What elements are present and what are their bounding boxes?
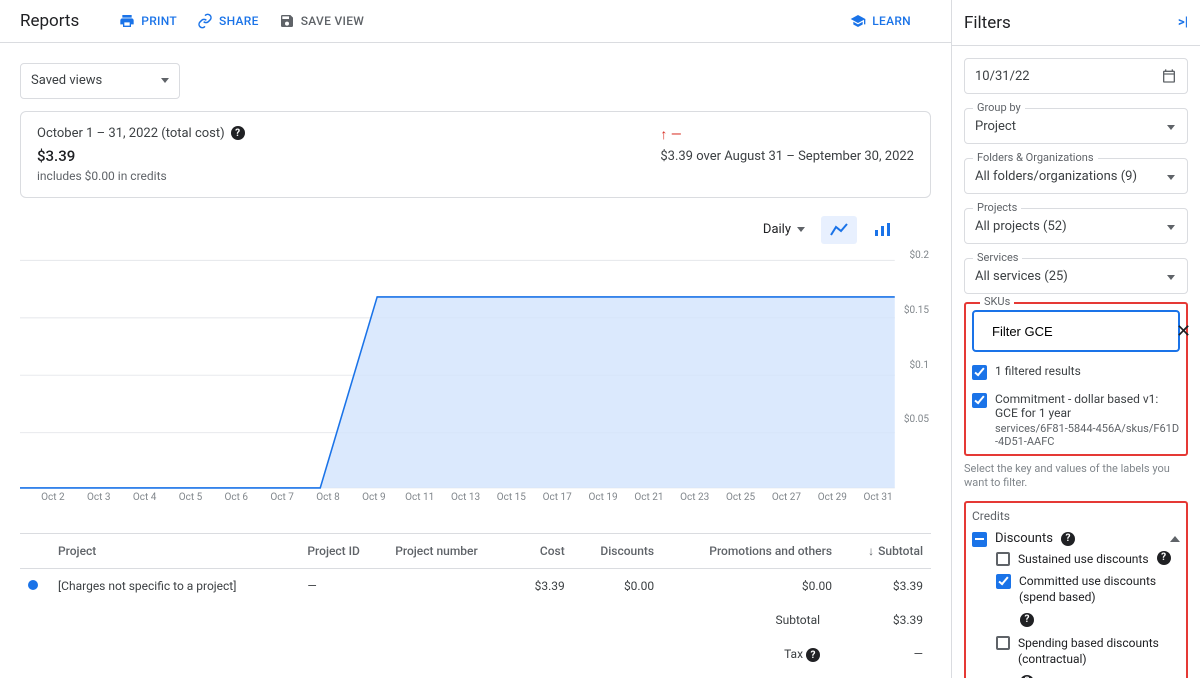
collapse-filters-icon[interactable]: >| [1178, 15, 1188, 30]
help-icon[interactable]: ? [231, 126, 245, 140]
group-by-select[interactable]: Group byProject [964, 108, 1188, 144]
sku-result-row[interactable]: Commitment - dollar based v1: GCE for 1 … [972, 392, 1180, 448]
credits-label: Credits [972, 509, 1180, 523]
line-chart-icon [830, 223, 848, 237]
credits-highlight: Credits Discounts ? Sustained use discou… [964, 501, 1188, 678]
learn-button[interactable]: LEARN [850, 13, 911, 29]
skus-label: SKUs [980, 295, 1014, 308]
series-color-dot [28, 580, 38, 590]
summary-cost: $3.39 [37, 147, 245, 165]
line-chart-button[interactable] [821, 216, 857, 244]
bar-chart-button[interactable] [865, 216, 901, 244]
ytick: $0.15 [904, 305, 929, 316]
trend-indicator: ↑ — [660, 126, 681, 143]
main-panel: Reports PRINT SHARE SAVE VIEW LEARN Save… [0, 0, 952, 678]
help-icon[interactable]: ? [1020, 675, 1034, 678]
chart-xaxis: Oct 2Oct 3Oct 4Oct 5Oct 6Oct 7Oct 8Oct 9… [20, 490, 931, 503]
filtered-total-label: Filtered total ? [20, 672, 840, 678]
sort-down-icon: ↓ [868, 544, 874, 558]
chevron-down-icon [1167, 225, 1175, 230]
help-icon[interactable]: ? [806, 648, 820, 662]
subtotal-label: Subtotal [20, 603, 840, 637]
calendar-icon [1161, 68, 1177, 84]
saved-views-label: Saved views [31, 73, 102, 88]
trend-text: $3.39 over August 31 – September 30, 202… [660, 149, 914, 164]
spending-based-row[interactable]: Spending based discounts (contractual) [996, 635, 1180, 667]
tax-label: Tax ? [20, 637, 840, 673]
filters-header: Filters >| [952, 0, 1200, 46]
checkbox[interactable] [996, 552, 1010, 566]
sku-filter-input[interactable] [992, 324, 1168, 339]
checkbox[interactable] [996, 636, 1010, 650]
checkbox-indeterminate[interactable] [972, 532, 987, 547]
col-project-id[interactable]: Project ID [299, 533, 387, 568]
date-select[interactable]: 10/31/22 [964, 58, 1188, 94]
share-button[interactable]: SHARE [197, 13, 259, 29]
ytick: $0.05 [904, 414, 929, 425]
filters-title: Filters [964, 13, 1011, 33]
save-view-label: SAVE VIEW [301, 14, 364, 28]
sustained-use-row[interactable]: Sustained use discounts ? [996, 551, 1180, 567]
col-project-number[interactable]: Project number [387, 533, 513, 568]
chevron-down-icon [161, 78, 169, 83]
discounts-group[interactable]: Discounts ? [972, 531, 1180, 547]
bar-chart-icon [874, 223, 892, 237]
header: Reports PRINT SHARE SAVE VIEW LEARN [0, 0, 951, 43]
granularity-label: Daily [763, 222, 791, 237]
learn-icon [850, 13, 866, 29]
share-label: SHARE [219, 14, 259, 28]
table-row[interactable]: [Charges not specific to a project] — $3… [20, 568, 931, 603]
checkbox[interactable] [972, 393, 987, 408]
col-project[interactable]: Project [50, 533, 299, 568]
ytick: $0.1 [910, 360, 930, 371]
page-title: Reports [20, 11, 79, 31]
services-select[interactable]: ServicesAll services (25) [964, 258, 1188, 294]
save-icon [279, 13, 295, 29]
chart-controls: Daily [20, 216, 931, 244]
cost-table: Project Project ID Project number Cost D… [20, 533, 931, 678]
saved-views-dropdown[interactable]: Saved views [20, 63, 180, 99]
print-button[interactable]: PRINT [119, 13, 177, 29]
skus-highlight: SKUs ✕ 1 filtered results Commitment - d… [964, 302, 1188, 456]
chevron-down-icon [1167, 275, 1175, 280]
print-label: PRINT [141, 14, 177, 28]
col-subtotal[interactable]: ↓Subtotal [840, 533, 931, 568]
labels-hint: Select the key and values of the labels … [964, 462, 1188, 491]
learn-label: LEARN [872, 14, 911, 28]
filters-panel: Filters >| 10/31/22 Group byProject Fold… [952, 0, 1200, 678]
ytick: $0.2 [910, 250, 930, 261]
col-discounts[interactable]: Discounts [573, 533, 662, 568]
checkbox[interactable] [996, 574, 1011, 589]
projects-select[interactable]: ProjectsAll projects (52) [964, 208, 1188, 244]
help-icon[interactable]: ? [1157, 551, 1171, 565]
chevron-down-icon [797, 227, 805, 232]
summary-card: October 1 – 31, 2022 (total cost) ? $3.3… [20, 111, 931, 198]
filtered-total-value: $3.39 [840, 672, 931, 678]
chevron-up-icon[interactable] [1170, 536, 1180, 542]
save-view-button[interactable]: SAVE VIEW [279, 13, 364, 29]
link-icon [197, 13, 213, 29]
committed-use-row[interactable]: Committed use discounts (spend based) [996, 573, 1180, 605]
tax-value: — [840, 637, 931, 673]
summary-range: October 1 – 31, 2022 (total cost) ? [37, 126, 245, 141]
subtotal-value: $3.39 [840, 603, 931, 637]
chevron-down-icon [1167, 175, 1175, 180]
checkbox[interactable] [972, 365, 987, 380]
col-cost[interactable]: Cost [514, 533, 573, 568]
chevron-down-icon [1167, 125, 1175, 130]
main-body: Saved views October 1 – 31, 2022 (total … [0, 43, 951, 678]
granularity-dropdown[interactable]: Daily [763, 222, 805, 237]
summary-credits: includes $0.00 in credits [37, 169, 245, 183]
sku-filtered-results-row[interactable]: 1 filtered results [972, 364, 1180, 380]
help-icon[interactable]: ? [1020, 613, 1034, 627]
cost-chart: $0.2 $0.15 $0.1 $0.05 [20, 250, 931, 490]
sku-filter-input-wrap: ✕ [972, 310, 1180, 352]
arrow-up-icon: ↑ — [660, 126, 681, 143]
col-promotions[interactable]: Promotions and others [662, 533, 840, 568]
folders-select[interactable]: Folders & OrganizationsAll folders/organ… [964, 158, 1188, 194]
print-icon [119, 13, 135, 29]
close-icon[interactable]: ✕ [1176, 321, 1191, 342]
help-icon[interactable]: ? [1061, 532, 1075, 546]
